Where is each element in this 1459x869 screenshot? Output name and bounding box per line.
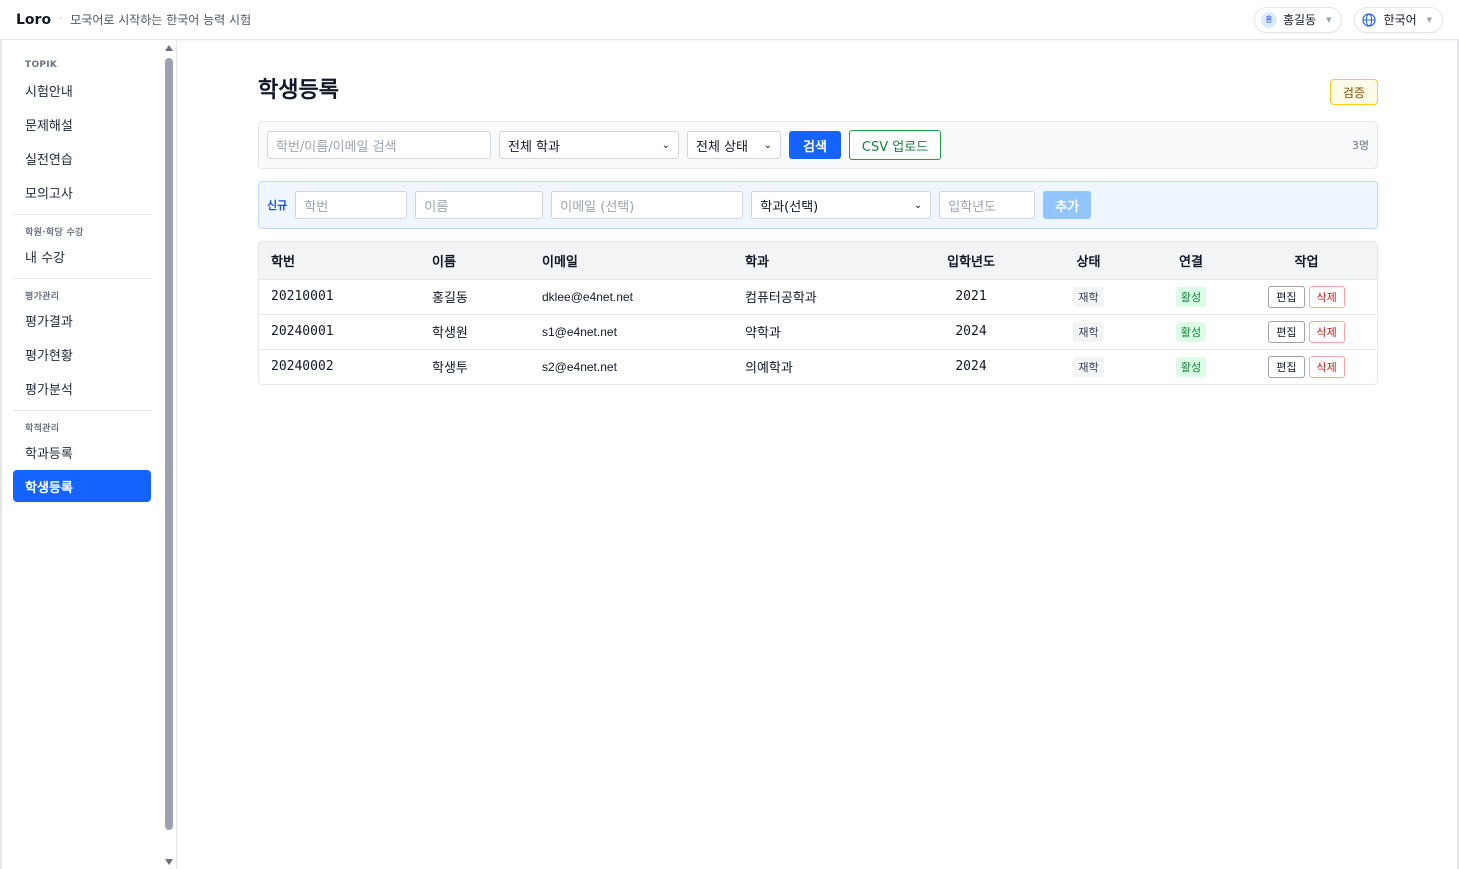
student-id-input[interactable]: 학번	[295, 191, 408, 219]
cell-name: 홍길동	[420, 279, 530, 315]
cell-email: dklee@e4net.net	[530, 279, 733, 315]
edit-button[interactable]: 편집	[1268, 285, 1305, 308]
table-row: 20240002 학생투 s2@e4net.net 의예학과 2024 재학 활…	[259, 349, 1377, 384]
user-menu-button[interactable]: 홍 홍길동 ▼	[1253, 6, 1343, 33]
new-dept-select[interactable]: 학과(선택) ⌄	[751, 191, 932, 219]
sidebar-section-title: 학원·학당 수강	[25, 228, 84, 238]
col-header-dept: 학과	[733, 242, 911, 280]
add-student-button[interactable]: 추가	[1043, 191, 1092, 219]
sidebar-item-practice[interactable]: 실전연습	[13, 142, 151, 174]
status-filter-value: 전체 상태	[696, 139, 748, 155]
cell-name: 학생원	[420, 314, 530, 350]
student-email-input[interactable]: 이메일 (선택)	[551, 191, 744, 219]
scroll-up-arrow-icon[interactable]	[165, 45, 173, 51]
csv-upload-button[interactable]: CSV 업로드	[848, 130, 942, 160]
col-header-link: 연결	[1146, 242, 1236, 280]
sidebar-section-title: 평가관리	[25, 292, 60, 302]
chevron-down-icon: ⌄	[763, 139, 772, 151]
sidebar-item-eval-status[interactable]: 평가현황	[13, 338, 151, 370]
caret-down-icon: ▼	[1426, 15, 1432, 24]
status-badge: 재학	[1073, 321, 1104, 342]
table-row: 20240001 학생원 s1@e4net.net 약학과 2024 재학 활성…	[259, 314, 1377, 350]
chevron-down-icon: ⌄	[913, 199, 923, 211]
page-title: 학생등록	[258, 78, 339, 103]
cell-name: 학생투	[432, 361, 468, 377]
search-input[interactable]: 학번/이름/이메일 검색	[267, 131, 491, 159]
status-badge: 재학	[1073, 286, 1104, 307]
sidebar-divider	[13, 214, 151, 215]
col-header-actions: 작업	[1236, 242, 1377, 280]
chevron-down-icon: ⌄	[661, 139, 670, 151]
language-menu-button[interactable]: 한국어 ▼	[1354, 6, 1443, 33]
avatar: 홍	[1260, 11, 1277, 28]
cell-email: s2@e4net.net	[542, 359, 617, 374]
new-student-form: 신규 학번 이름 이메일 (선택) 학과(선택) ⌄ 입학년도 추가	[258, 181, 1378, 229]
students-table: 학번 이름 이메일 학과 입학년도 상태 연결 작업 20210001 홍길동 …	[258, 241, 1378, 385]
sidebar-item-mock-test[interactable]: 모의고사	[13, 176, 151, 208]
cell-student-id: 20210001	[259, 279, 420, 315]
top-bar: Loro · 모국어로 시작하는 한국어 능력 시험 홍 홍길동 ▼ 한국어 ▼	[0, 0, 1459, 40]
scroll-down-arrow-icon[interactable]	[165, 859, 173, 865]
student-name-input[interactable]: 이름	[415, 191, 544, 219]
cell-student-id: 20240002	[271, 359, 334, 375]
link-badge: 활성	[1175, 356, 1207, 377]
sidebar-section-title: TOPIK	[25, 60, 58, 70]
caret-down-icon: ▼	[1326, 15, 1332, 24]
brand-logo[interactable]: Loro	[16, 12, 51, 28]
cell-dept: 약학과	[733, 314, 911, 350]
edit-button[interactable]: 편집	[1268, 320, 1305, 343]
sidebar-section-title: 학적관리	[25, 424, 60, 434]
col-header-year: 입학년도	[911, 242, 1031, 280]
scrollbar-thumb[interactable]	[165, 58, 173, 830]
sidebar-item-dept-register[interactable]: 학과등록	[13, 436, 151, 468]
sidebar-scrollbar[interactable]	[163, 42, 175, 867]
delete-button[interactable]: 삭제	[1308, 355, 1345, 378]
col-header-email: 이메일	[530, 242, 733, 280]
globe-icon	[1361, 12, 1377, 28]
sidebar-item-eval-results[interactable]: 평가결과	[13, 304, 151, 336]
admission-year-input[interactable]: 입학년도	[939, 191, 1036, 219]
status-filter-select[interactable]: 전체 상태 ⌄	[687, 131, 781, 159]
brand-tagline: 모국어로 시작하는 한국어 능력 시험	[70, 13, 252, 27]
cell-email: s1@e4net.net	[530, 314, 733, 350]
status-badge: 재학	[1073, 356, 1104, 377]
cell-year: 2024	[911, 314, 1031, 350]
col-header-status: 상태	[1031, 242, 1146, 280]
link-badge: 활성	[1175, 321, 1207, 342]
sidebar-divider	[13, 410, 151, 411]
user-name: 홍길동	[1282, 13, 1317, 27]
language-label: 한국어	[1383, 13, 1417, 27]
dept-filter-select[interactable]: 전체 학과 ⌄	[499, 131, 679, 159]
edit-button[interactable]: 편집	[1268, 355, 1305, 378]
brand-separator: ·	[59, 14, 63, 25]
sidebar-item-explanations[interactable]: 문제해설	[13, 108, 151, 140]
sidebar-item-student-register[interactable]: 학생등록	[13, 470, 151, 502]
cell-dept: 의예학과	[745, 361, 793, 377]
cell-year: 2021	[911, 279, 1031, 315]
sidebar-divider	[13, 278, 151, 279]
table-row: 20210001 홍길동 dklee@e4net.net 컴퓨터공학과 2021…	[259, 279, 1377, 315]
col-header-id: 학번	[259, 242, 420, 280]
cell-dept: 컴퓨터공학과	[733, 279, 911, 315]
link-badge: 활성	[1175, 286, 1207, 307]
sidebar-item-eval-analysis[interactable]: 평가분석	[13, 372, 151, 404]
cell-year: 2024	[955, 359, 987, 375]
sidebar-item-exam-info[interactable]: 시험안내	[13, 74, 151, 106]
search-button[interactable]: 검색	[789, 131, 841, 159]
sidebar-item-my-courses[interactable]: 내 수강	[13, 240, 151, 272]
delete-button[interactable]: 삭제	[1308, 320, 1345, 343]
dept-filter-value: 전체 학과	[508, 139, 560, 155]
result-count: 3명	[1351, 139, 1369, 152]
new-label: 신규	[267, 199, 288, 212]
col-header-name: 이름	[420, 242, 530, 280]
sidebar: TOPIK 시험안내 문제해설 실전연습 모의고사 학원·학당 수강 내 수강 …	[0, 40, 177, 869]
cell-student-id: 20240001	[259, 314, 420, 350]
verify-badge[interactable]: 검증	[1329, 79, 1378, 105]
filter-bar: 학번/이름/이메일 검색 전체 학과 ⌄ 전체 상태 ⌄ 검색 CSV 업로드 …	[258, 121, 1378, 169]
delete-button[interactable]: 삭제	[1308, 285, 1345, 308]
new-dept-value: 학과(선택)	[760, 199, 819, 215]
